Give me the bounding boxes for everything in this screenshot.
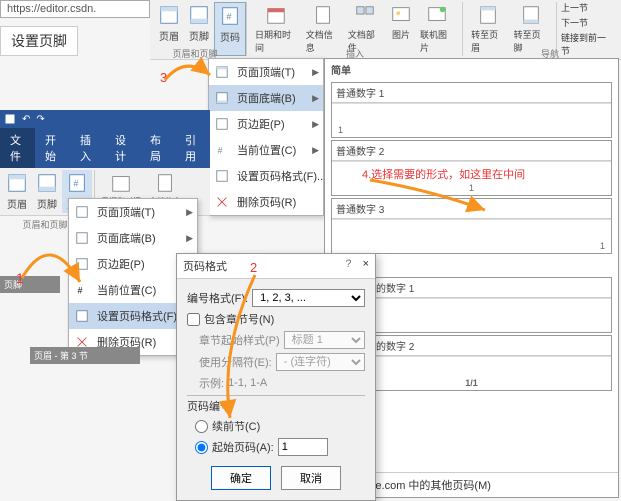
cancel-button[interactable]: 取消	[281, 466, 341, 490]
chevron-right-icon: ▶	[312, 67, 319, 78]
continue-radio[interactable]	[195, 420, 208, 433]
chevron-right-icon: ▶	[312, 119, 319, 130]
include-chapter-checkbox[interactable]	[187, 313, 200, 326]
gotoheader-button[interactable]: 转至页眉	[467, 2, 509, 56]
tab-layout[interactable]: 布局	[140, 128, 175, 168]
arrow-4	[360, 175, 500, 225]
arrow-3	[155, 45, 225, 90]
menu-bottom-item[interactable]: 页面底端(B)▶	[209, 85, 323, 111]
pagenum-menu-top: 页面顶端(T)▶ 页面底端(B)▶ 页边距(P)▶ #当前位置(C)▶ 设置页码…	[208, 58, 324, 216]
ok-button[interactable]: 确定	[211, 466, 271, 490]
menu-format-item[interactable]: 设置页码格式(F)...	[209, 163, 323, 189]
chevron-right-icon: ▶	[312, 93, 319, 104]
start-at-input[interactable]	[278, 438, 328, 456]
gallery-section-title: 简单	[325, 59, 618, 80]
tab-design[interactable]: 设计	[105, 128, 140, 168]
page-title: 设置页脚	[0, 26, 78, 56]
menu-current-item[interactable]: #当前位置(C)▶	[209, 137, 323, 163]
arrow-1	[10, 200, 100, 300]
save-icon[interactable]	[4, 113, 16, 125]
url-bar[interactable]: https://editor.csdn.	[0, 0, 150, 18]
menu-top-item[interactable]: 页面顶端(T)▶	[209, 59, 323, 85]
picture-button[interactable]: 图片	[386, 2, 416, 56]
tab-ref[interactable]: 引用	[175, 128, 210, 168]
start-at-label: 起始页码(A):	[212, 439, 274, 455]
arrow-2	[210, 270, 290, 430]
dialog-help[interactable]: ?	[345, 258, 351, 270]
redo-icon[interactable]: ↷	[36, 114, 44, 125]
svg-text:#: #	[218, 146, 223, 156]
tab-home[interactable]: 开始	[35, 128, 70, 168]
onlinepic-button[interactable]: 联机图片	[416, 2, 458, 56]
gallery-item-2[interactable]: 普通数字 2	[332, 141, 611, 161]
header-section-tag: 页眉 - 第 3 节	[30, 347, 140, 364]
chevron-right-icon: ▶	[312, 145, 319, 156]
undo-icon[interactable]: ↶	[22, 114, 30, 125]
menu-remove-item[interactable]: 删除页码(R)	[209, 189, 323, 215]
start-at-radio[interactable]	[195, 441, 208, 454]
chapter-style-select: 标题 1	[284, 331, 365, 349]
tab-file[interactable]: 文件	[0, 128, 35, 168]
datetime-button[interactable]: 日期和时间	[251, 2, 302, 56]
tab-insert[interactable]: 插入	[70, 128, 105, 168]
dialog-close[interactable]: ×	[363, 258, 369, 270]
menu-margin-item[interactable]: 页边距(P)▶	[209, 111, 323, 137]
next-section[interactable]: 下一节	[561, 16, 613, 29]
gallery-item-1[interactable]: 普通数字 1	[332, 83, 611, 103]
prev-section[interactable]: 上一节	[561, 1, 613, 14]
ribbon-tabs: 文件 开始 插入 设计 布局 引用	[0, 128, 210, 168]
